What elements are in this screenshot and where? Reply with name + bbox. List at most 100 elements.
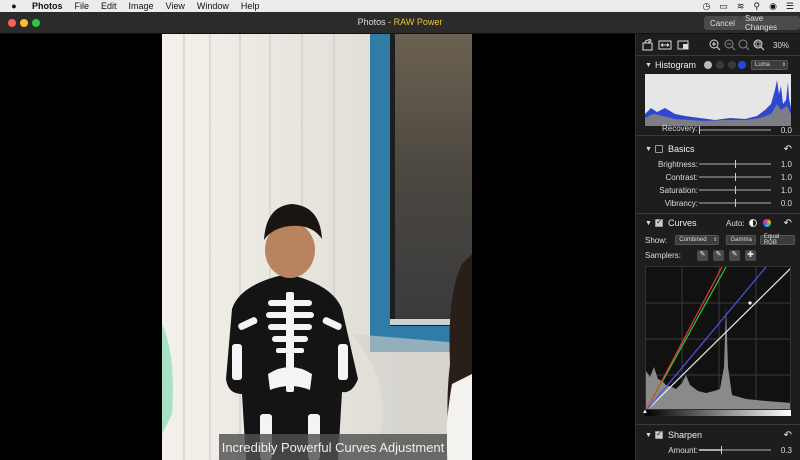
divider bbox=[636, 55, 800, 56]
zoom-fit-icon[interactable] bbox=[753, 36, 765, 54]
image-canvas[interactable]: Incredibly Powerful Curves Adjustment bbox=[0, 34, 635, 460]
auto-color-icon[interactable] bbox=[763, 219, 771, 227]
equal-rgb-button[interactable]: Equal RGB bbox=[759, 234, 795, 246]
crop-icon[interactable] bbox=[677, 36, 689, 54]
contrast-value: 1.0 bbox=[780, 172, 792, 182]
contrast-slider[interactable] bbox=[699, 173, 771, 181]
sharpen-amount-row: Amount: 0.3 bbox=[636, 444, 800, 456]
histogram-title: Histogram bbox=[655, 60, 697, 70]
menu-edit[interactable]: Edit bbox=[101, 1, 117, 11]
slider-thumb[interactable] bbox=[735, 173, 736, 181]
histogram-mode-select[interactable]: Luma ⇕ bbox=[751, 60, 788, 70]
histogram-header[interactable]: ▼ Histogram Luma ⇕ bbox=[636, 57, 800, 73]
save-changes-button[interactable]: Save Changes bbox=[739, 14, 800, 32]
time-machine-icon[interactable]: ◷ bbox=[703, 1, 711, 12]
search-icon[interactable]: ⚲ bbox=[753, 1, 760, 12]
white-point-eyedropper-icon[interactable]: ✎ bbox=[729, 249, 741, 261]
sharpen-header[interactable]: ▼ Sharpen ↶ bbox=[636, 427, 800, 443]
vibrancy-row: Vibrancy: 0.0 bbox=[636, 197, 800, 209]
disclosure-triangle-icon[interactable]: ▼ bbox=[645, 220, 655, 227]
flip-icon[interactable] bbox=[658, 36, 672, 54]
window-title-extension: RAW Power bbox=[393, 17, 443, 27]
brightness-row: Brightness: 1.0 bbox=[636, 158, 800, 170]
disclosure-triangle-icon[interactable]: ▼ bbox=[645, 62, 655, 69]
curves-show-select[interactable]: Combined ⇕ bbox=[675, 235, 720, 245]
feature-caption: Incredibly Powerful Curves Adjustment bbox=[219, 434, 447, 460]
sharpen-amount-label: Amount: bbox=[668, 445, 698, 455]
rotate-icon[interactable] bbox=[642, 36, 654, 54]
white-point-handle[interactable]: ▲ bbox=[786, 409, 792, 415]
disclosure-triangle-icon[interactable]: ▼ bbox=[645, 432, 655, 439]
menu-image[interactable]: Image bbox=[129, 1, 154, 11]
menu-window[interactable]: Window bbox=[197, 1, 229, 11]
sharpen-amount-slider[interactable] bbox=[699, 446, 771, 454]
curves-enable-checkbox[interactable] bbox=[655, 217, 663, 227]
brightness-label: Brightness: bbox=[657, 159, 698, 169]
revert-icon[interactable]: ↶ bbox=[784, 144, 792, 155]
slider-thumb[interactable] bbox=[735, 199, 736, 207]
zoom-actual-icon[interactable] bbox=[738, 36, 750, 54]
histogram-channel-red-dot[interactable] bbox=[716, 61, 724, 69]
slider-fill bbox=[699, 449, 721, 451]
disclosure-triangle-icon[interactable]: ▼ bbox=[645, 146, 655, 153]
slider-thumb[interactable] bbox=[735, 186, 736, 194]
revert-icon[interactable]: ↶ bbox=[784, 218, 792, 229]
curves-gradient-bar bbox=[645, 410, 791, 416]
gray-point-eyedropper-icon[interactable]: ✎ bbox=[713, 249, 725, 261]
vibrancy-label: Vibrancy: bbox=[664, 198, 698, 208]
menu-help[interactable]: Help bbox=[241, 1, 260, 11]
revert-icon[interactable]: ↶ bbox=[784, 430, 792, 441]
black-point-handle[interactable]: ▲ bbox=[642, 409, 648, 415]
adjustments-panel: 30% ▼ Histogram Luma ⇕ Recovery: 0.0 ▼ B… bbox=[635, 34, 800, 460]
menu-file[interactable]: File bbox=[75, 1, 90, 11]
brightness-value: 1.0 bbox=[780, 159, 792, 169]
curves-samplers-label: Samplers: bbox=[645, 250, 682, 260]
cancel-button[interactable]: Cancel bbox=[704, 16, 741, 30]
brightness-slider[interactable] bbox=[699, 160, 771, 168]
menu-app-name[interactable]: Photos bbox=[32, 1, 63, 11]
slider-thumb[interactable] bbox=[699, 126, 700, 134]
saturation-label: Saturation: bbox=[659, 185, 698, 195]
histogram-channel-white-dot[interactable] bbox=[704, 61, 712, 69]
user-avatar-icon[interactable]: ◉ bbox=[769, 1, 777, 12]
slider-thumb[interactable] bbox=[735, 160, 736, 168]
vibrancy-value: 0.0 bbox=[780, 198, 792, 208]
menu-view[interactable]: View bbox=[166, 1, 185, 11]
apple-icon[interactable]: ● bbox=[6, 1, 22, 11]
black-point-eyedropper-icon[interactable]: ✎ bbox=[697, 249, 709, 261]
basics-header[interactable]: ▼ Basics ↶ bbox=[636, 141, 800, 157]
gamma-button[interactable]: Gamma bbox=[726, 235, 756, 245]
wifi-icon[interactable]: ≋ bbox=[737, 1, 745, 12]
curves-show-row: Show: Combined ⇕ Gamma Equal RGB bbox=[645, 234, 795, 246]
curves-auto-label: Auto: bbox=[726, 218, 745, 228]
display-icon[interactable]: ▭ bbox=[719, 1, 728, 12]
contrast-row: Contrast: 1.0 bbox=[636, 171, 800, 183]
recovery-slider[interactable] bbox=[699, 126, 771, 134]
zoom-out-icon[interactable] bbox=[724, 36, 736, 54]
auto-contrast-icon[interactable] bbox=[749, 219, 757, 227]
window-titlebar: Photos - RAW Power Cancel Save Changes bbox=[0, 12, 800, 34]
window-title-app: Photos - bbox=[357, 17, 394, 27]
notification-center-icon[interactable]: ☰ bbox=[786, 1, 794, 12]
curves-show-label: Show: bbox=[645, 235, 668, 245]
curves-show-value: Combined bbox=[679, 237, 707, 243]
histogram-channel-blue-dot[interactable] bbox=[738, 61, 746, 69]
histogram-graph bbox=[645, 74, 791, 126]
basics-title: Basics bbox=[668, 144, 695, 154]
slider-thumb[interactable] bbox=[720, 446, 722, 454]
zoom-in-icon[interactable] bbox=[709, 36, 721, 54]
curves-header[interactable]: ▼ Curves Auto: ↶ bbox=[636, 215, 800, 231]
photo-preview[interactable] bbox=[162, 34, 472, 460]
saturation-value: 1.0 bbox=[780, 185, 792, 195]
chevron-updown-icon: ⇕ bbox=[713, 237, 718, 243]
saturation-slider[interactable] bbox=[699, 186, 771, 194]
add-point-icon[interactable]: ✚ bbox=[745, 249, 757, 261]
sharpen-amount-value: 0.3 bbox=[780, 445, 792, 455]
vibrancy-slider[interactable] bbox=[699, 199, 771, 207]
histogram-mode-value: Luma bbox=[755, 62, 771, 68]
curves-title: Curves bbox=[668, 218, 697, 228]
histogram-channel-green-dot[interactable] bbox=[728, 61, 736, 69]
basics-enable-checkbox[interactable] bbox=[655, 145, 663, 153]
sharpen-enable-checkbox[interactable] bbox=[655, 429, 663, 439]
curves-graph[interactable] bbox=[645, 266, 791, 410]
